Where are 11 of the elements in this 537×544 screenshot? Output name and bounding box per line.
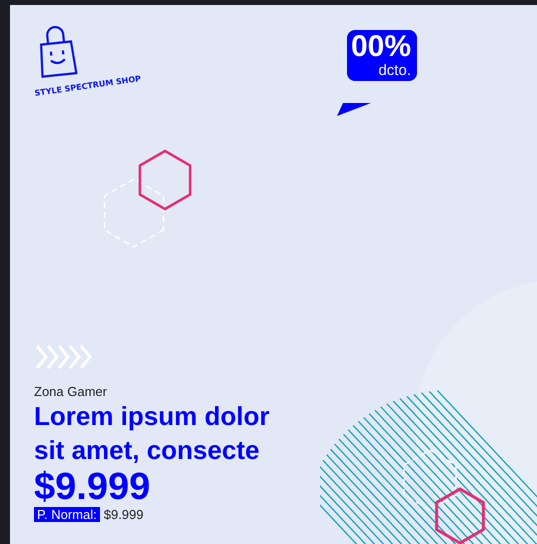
normal-price: $9.999 [104, 507, 144, 522]
product-price: $9.999 [34, 467, 150, 507]
discount-value: 00% [350, 32, 411, 62]
chevrons-icon [34, 344, 94, 370]
normal-price-label: P. Normal: [34, 507, 100, 522]
category-label: Zona Gamer [34, 384, 107, 399]
brand-name: STYLE SPECTRUM SHOP [34, 74, 143, 98]
speech-bubble-tail-drawing [337, 103, 371, 116]
product-title: Lorem ipsum dolor sit amet, consecte [34, 400, 270, 467]
discount-suffix: dcto. [378, 62, 411, 79]
hexagon-drawing [136, 148, 194, 212]
